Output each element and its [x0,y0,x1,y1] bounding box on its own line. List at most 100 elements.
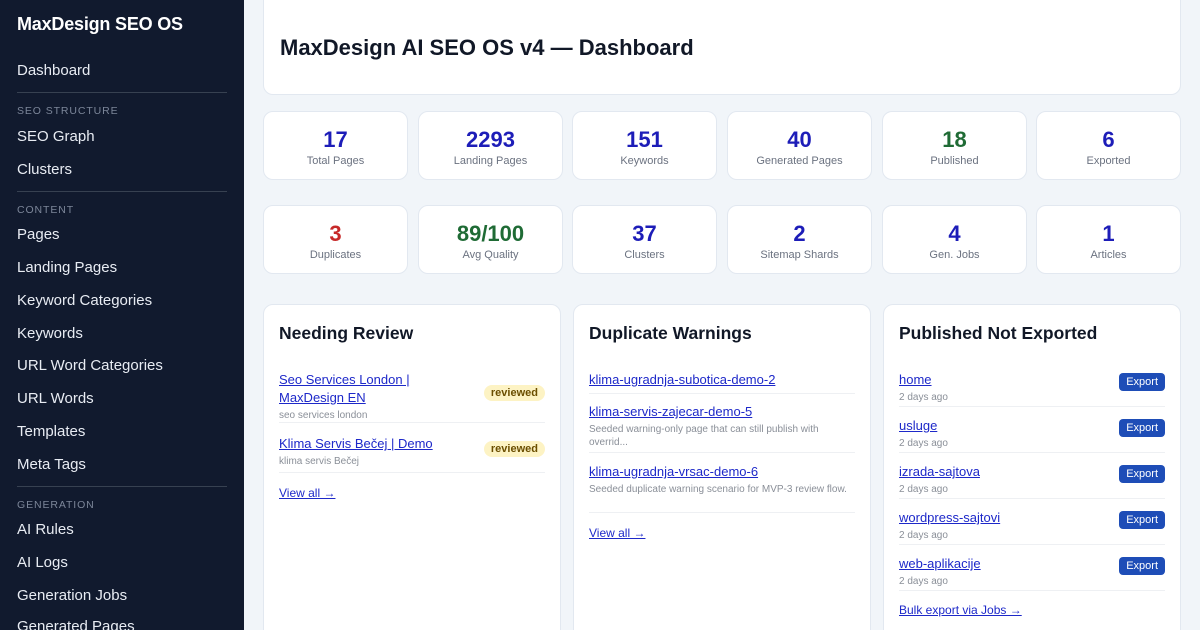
stat-value: 6 [1102,127,1115,152]
list-item: wordpress-sajtovi 2 days ago Export [899,509,1165,545]
duplicate-item-link[interactable]: klima-ugradnja-subotica-demo-2 [589,372,775,387]
stat-value: 37 [632,221,657,246]
page-link[interactable]: web-aplikacije [899,556,981,571]
sidebar-section-generation: GENERATION [17,499,95,511]
sidebar-item-pages[interactable]: Pages [17,226,60,243]
stat-label: Keywords [620,155,669,167]
panel-title: Published Not Exported [899,323,1098,343]
sidebar-item-keyword-categories[interactable]: Keyword Categories [17,292,152,309]
page-link[interactable]: izrada-sajtova [899,464,980,479]
sidebar-item-url-words[interactable]: URL Words [17,390,94,407]
export-button[interactable]: Export [1119,419,1165,437]
export-button[interactable]: Export [1119,373,1165,391]
duplicate-item-link[interactable]: klima-servis-zajecar-demo-5 [589,404,752,419]
bulk-export-link[interactable]: Bulk export via Jobs → [899,603,1022,617]
sidebar-item-clusters[interactable]: Clusters [17,161,72,178]
stat-total-pages: 17 Total Pages [263,111,408,180]
sidebar-section-seo-structure: SEO STRUCTURE [17,105,119,117]
sidebar-item-templates[interactable]: Templates [17,423,85,440]
review-item-link[interactable]: Klima Servis Bečej | Demo [279,436,433,451]
duplicate-item-note: Seeded warning-only page that can still … [589,424,819,448]
stat-gen-jobs: 4 Gen. Jobs [882,205,1027,274]
stat-value: 2293 [466,127,515,152]
page-title: MaxDesign AI SEO OS v4 — Dashboard [280,35,694,60]
panel-title: Duplicate Warnings [589,323,752,343]
stat-label: Generated Pages [756,155,843,167]
list-item: home 2 days ago Export [899,371,1165,407]
stat-label: Clusters [624,249,665,261]
review-item-keyword: klima servis Bečej [279,456,360,467]
sidebar-divider [17,486,227,487]
panel-title: Needing Review [279,323,414,343]
duplicate-warnings-panel: Duplicate Warnings klima-ugradnja-suboti… [573,304,871,630]
stat-label: Total Pages [306,155,365,167]
page-timestamp: 2 days ago [899,530,948,541]
list-item: izrada-sajtova 2 days ago Export [899,463,1165,499]
stat-articles: 1 Articles [1036,205,1181,274]
list-item: klima-servis-zajecar-demo-5 Seeded warni… [589,403,855,453]
sidebar-item-generated-pages[interactable]: Generated Pages [17,618,135,630]
export-button[interactable]: Export [1119,557,1165,575]
sidebar-item-seo-graph[interactable]: SEO Graph [17,128,95,145]
sidebar-divider [17,92,227,93]
list-item: Klima Servis Bečej | Demo klima servis B… [279,435,545,473]
stat-value: 18 [942,127,967,152]
page-timestamp: 2 days ago [899,576,948,587]
sidebar-item-url-word-categories[interactable]: URL Word Categories [17,357,163,374]
stat-label: Exported [1086,155,1131,167]
status-badge: reviewed [483,441,545,457]
list-item: klima-ugradnja-subotica-demo-2 [589,371,855,394]
sidebar-item-ai-logs[interactable]: AI Logs [17,554,68,571]
stat-landing-pages: 2293 Landing Pages [418,111,563,180]
page-link[interactable]: home [899,372,932,387]
stat-value: 151 [626,127,663,152]
published-not-exported-panel: Published Not Exported home 2 days ago E… [883,304,1181,630]
stat-value: 4 [948,221,961,246]
page-timestamp: 2 days ago [899,484,948,495]
stat-value: 2 [793,221,806,246]
review-item-keyword: seo services london [279,410,368,421]
stat-label: Sitemap Shards [760,249,839,261]
stat-clusters: 37 Clusters [572,205,717,274]
list-item: usluge 2 days ago Export [899,417,1165,453]
page-timestamp: 2 days ago [899,438,948,449]
stat-duplicates: 3 Duplicates [263,205,408,274]
sidebar: MaxDesign SEO OS Dashboard SEO STRUCTURE… [0,0,244,630]
duplicate-item-link[interactable]: klima-ugradnja-vrsac-demo-6 [589,464,758,479]
stat-label: Gen. Jobs [929,249,980,261]
page-link[interactable]: wordpress-sajtovi [899,510,1000,525]
view-all-link[interactable]: View all → [279,486,335,500]
review-item-link[interactable]: Seo Services London | MaxDesign EN [279,372,410,405]
stat-value: 17 [323,127,348,152]
stat-keywords: 151 Keywords [572,111,717,180]
sidebar-item-meta-tags[interactable]: Meta Tags [17,456,86,473]
stat-value: 89/100 [456,221,525,246]
sidebar-item-generation-jobs[interactable]: Generation Jobs [17,587,127,604]
sidebar-item-ai-rules[interactable]: AI Rules [17,521,74,538]
export-button[interactable]: Export [1119,465,1165,483]
stat-value: 3 [329,221,342,246]
list-item: Seo Services London | MaxDesign EN seo s… [279,371,545,423]
stat-published: 18 Published [882,111,1027,180]
stat-label: Duplicates [309,249,362,261]
list-item: klima-ugradnja-vrsac-demo-6 Seeded dupli… [589,463,855,513]
view-all-link[interactable]: View all → [589,526,645,540]
stat-exported: 6 Exported [1036,111,1181,180]
stat-value: 1 [1102,221,1115,246]
sidebar-item-landing-pages[interactable]: Landing Pages [17,259,117,276]
sidebar-item-keywords[interactable]: Keywords [17,325,83,342]
stat-value: 40 [787,127,812,152]
stat-label: Published [930,155,979,167]
header-card: MaxDesign AI SEO OS v4 — Dashboard [263,0,1181,95]
stat-avg-quality: 89/100 Avg Quality [418,205,563,274]
sidebar-section-content: CONTENT [17,204,75,216]
status-badge: reviewed [483,385,545,401]
export-button[interactable]: Export [1119,511,1165,529]
page-link[interactable]: usluge [899,418,937,433]
sidebar-item-dashboard[interactable]: Dashboard [17,62,90,79]
needing-review-panel: Needing Review Seo Services London | Max… [263,304,561,630]
stat-label: Landing Pages [453,155,528,167]
duplicate-item-note: Seeded duplicate warning scenario for MV… [589,484,847,495]
stat-label: Avg Quality [462,249,519,261]
stat-generated-pages: 40 Generated Pages [727,111,872,180]
